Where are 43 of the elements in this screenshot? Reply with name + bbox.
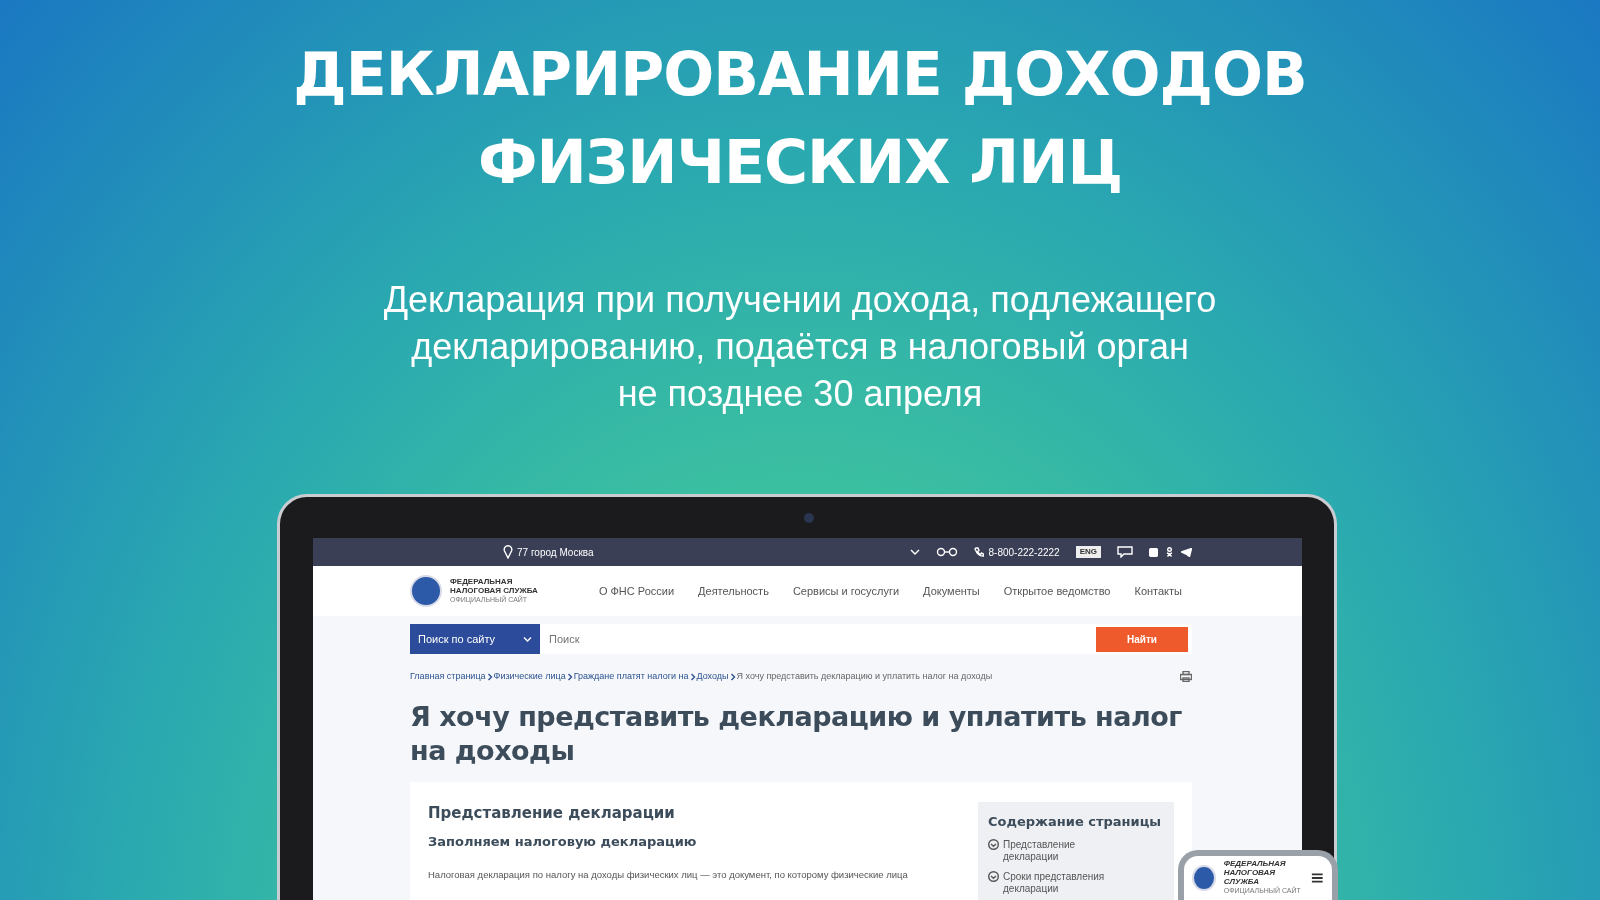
chevron-right-icon (728, 672, 737, 681)
check-circle-icon (988, 839, 999, 850)
banner-title: ДЕКЛАРИРОВАНИЕ ДОХОДОВ ФИЗИЧЕСКИХ ЛИЦ (293, 38, 1307, 199)
chat-icon[interactable] (1117, 546, 1133, 558)
camera-icon (804, 513, 814, 523)
nav-link[interactable]: О ФНС России (598, 582, 675, 600)
subsection-title: Заполняем налоговую декларацию (428, 833, 698, 851)
toc-title: Содержание страницы (988, 812, 1163, 831)
location-pin-icon (503, 545, 513, 559)
logo-text: ФЕДЕРАЛЬНАЯ НАЛОГОВАЯ СЛУЖБА (450, 576, 538, 595)
printer-icon[interactable] (1180, 671, 1192, 683)
region-link[interactable]: 77 город Москва (517, 544, 594, 560)
logo-text: ФЕДЕРАЛЬНАЯ НАЛОГОВАЯ СЛУЖБА (1223, 859, 1286, 887)
chevron-right-icon (688, 672, 697, 681)
menu-icon[interactable] (1311, 872, 1324, 884)
nav-link[interactable]: Открытое ведомство (1003, 582, 1111, 600)
language-button[interactable]: ENG (1075, 546, 1101, 558)
toc-link[interactable]: Представление декларации (1003, 839, 1113, 863)
ok-icon[interactable] (1166, 547, 1173, 557)
nav-link[interactable]: Деятельность (698, 582, 769, 600)
chevron-down-icon[interactable] (910, 548, 921, 556)
breadcrumb-link[interactable]: Главная страница (410, 670, 486, 684)
chevron-right-icon (565, 672, 574, 681)
phone-number[interactable]: 8-800-222-2222 (988, 544, 1060, 560)
nav-link[interactable]: Сервисы и госуслуги (792, 582, 900, 600)
page-title: Я хочу представить декларацию и уплатить налог на доходы (410, 699, 1183, 768)
chevron-right-icon (485, 672, 494, 681)
search-field[interactable]: Поиск (540, 624, 1096, 654)
breadcrumb-link[interactable]: Граждане платят налоги на (573, 670, 689, 684)
breadcrumb-link[interactable]: Доходы (696, 670, 729, 684)
phone-icon (974, 547, 985, 557)
check-circle-icon (988, 871, 999, 882)
nav-link[interactable]: Документы (923, 582, 980, 600)
section-title: Представление декларации (428, 802, 676, 824)
chevron-down-icon (523, 635, 532, 643)
banner-subtitle: Декларация при получении дохода, подлежащего декларированию, подаётся в налоговый орган не позднее 30 апреля (383, 278, 1217, 416)
toc-link[interactable]: Сроки представления декларации (1003, 871, 1113, 895)
telegram-icon[interactable] (1181, 547, 1192, 557)
search-scope-dropdown[interactable]: Поиск по сайту (410, 624, 540, 654)
nav-link[interactable]: Контакты (1134, 582, 1182, 600)
breadcrumb-link[interactable]: Физические лица (493, 670, 566, 684)
glasses-icon[interactable] (936, 547, 959, 557)
paragraph: Налоговая декларация по налогу на доходы физических лиц — это документ, по которому физические лица (428, 867, 908, 882)
